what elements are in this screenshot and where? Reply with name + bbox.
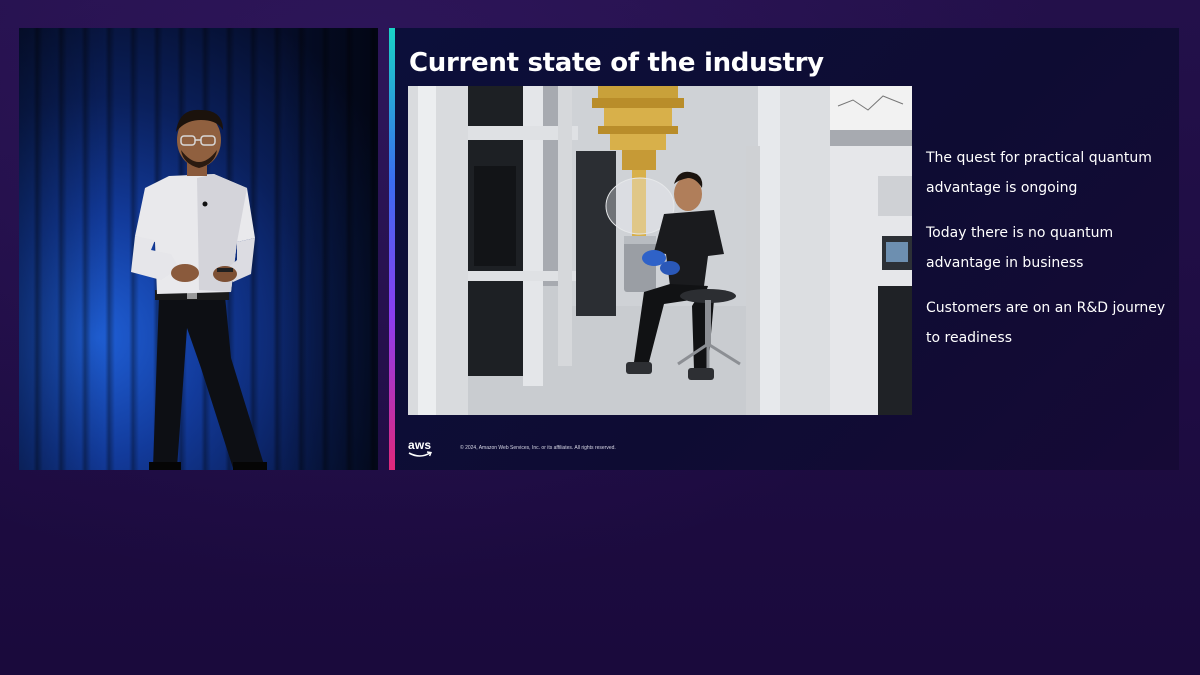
aws-smile-icon <box>408 451 432 457</box>
speaker-video-feed <box>19 28 378 470</box>
quantum-lab-photo <box>408 86 912 415</box>
stage: Current state of the industry The quest … <box>0 0 1200 675</box>
slide-title: Current state of the industry <box>409 48 824 78</box>
copyright-notice: © 2024, Amazon Web Services, Inc. or its… <box>460 445 616 451</box>
aws-logo: aws <box>408 438 436 460</box>
speaker-figure <box>131 109 267 470</box>
aws-logo-text: aws <box>408 438 432 452</box>
slide-accent-bar <box>389 28 395 470</box>
bullet-item: The quest for practical quantum advantag… <box>926 150 1152 196</box>
bullet-item: Customers are on an R&D journey to readi… <box>926 300 1166 346</box>
bullet-list: The quest for practical quantum advantag… <box>926 143 1166 368</box>
bullet-item: Today there is no quantum advantage in b… <box>926 225 1114 271</box>
lab-scene <box>408 86 912 415</box>
presentation-slide: Current state of the industry The quest … <box>389 28 1179 470</box>
